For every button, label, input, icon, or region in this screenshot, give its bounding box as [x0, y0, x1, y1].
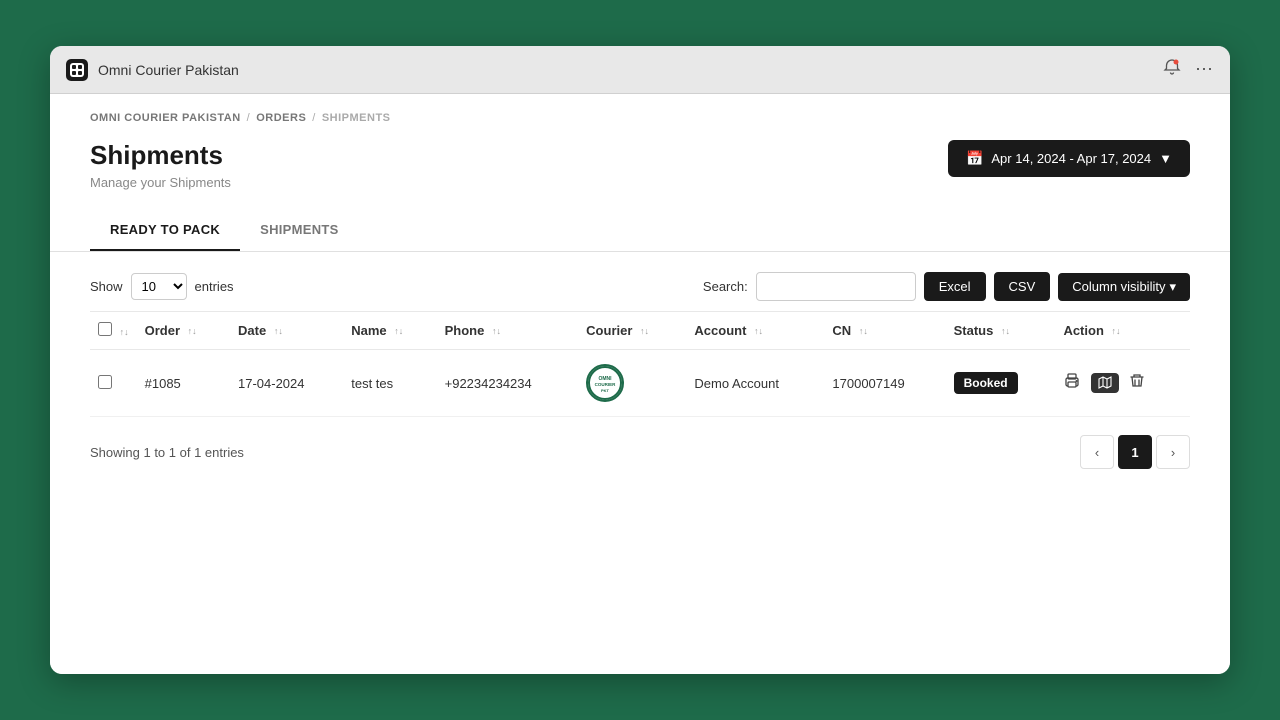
col-courier-label: Courier [586, 323, 632, 338]
tab-ready-to-pack[interactable]: READY TO PACK [90, 210, 240, 251]
col-courier[interactable]: Courier ↑↓ [578, 312, 686, 350]
row-checkbox[interactable] [98, 375, 112, 389]
table-controls: Show 10 25 50 100 entries Search: Excel … [50, 252, 1230, 311]
col-cn[interactable]: CN ↑↓ [824, 312, 945, 350]
col-account[interactable]: Account ↑↓ [686, 312, 824, 350]
col-date[interactable]: Date ↑↓ [230, 312, 343, 350]
row-date: 17-04-2024 [230, 350, 343, 417]
prev-page-button[interactable]: ‹ [1080, 435, 1114, 469]
svg-text:PKT: PKT [601, 388, 610, 393]
row-status: Booked [946, 350, 1056, 417]
tab-shipments[interactable]: SHIPMENTS [240, 210, 359, 251]
col-phone[interactable]: Phone ↑↓ [437, 312, 579, 350]
entries-label: entries [195, 279, 234, 294]
col-date-label: Date [238, 323, 266, 338]
page-title-section: Shipments Manage your Shipments [90, 140, 231, 190]
row-checkbox-cell [90, 350, 137, 417]
col-action-label: Action [1063, 323, 1103, 338]
col-action[interactable]: Action ↑↓ [1055, 312, 1190, 350]
action-icons-group [1063, 372, 1182, 395]
account-sort-icon: ↑↓ [754, 327, 763, 336]
date-range-label: Apr 14, 2024 - Apr 17, 2024 [991, 151, 1151, 166]
breadcrumb-sep-2: / [312, 112, 316, 124]
breadcrumb-sep-1: / [247, 112, 251, 124]
browser-titlebar: Omni Courier Pakistan ⋯ [50, 46, 1230, 94]
row-cn: 1700007149 [824, 350, 945, 417]
row-phone: +92234234234 [437, 350, 579, 417]
select-all-checkbox[interactable] [98, 322, 112, 336]
row-name: test tes [343, 350, 436, 417]
excel-button[interactable]: Excel [924, 272, 986, 301]
show-entries-section: Show 10 25 50 100 entries [90, 273, 234, 300]
bell-icon[interactable] [1163, 58, 1181, 81]
breadcrumb: OMNI COURIER PAKISTAN / ORDERS / SHIPMEN… [50, 94, 1230, 124]
col-name[interactable]: Name ↑↓ [343, 312, 436, 350]
col-status[interactable]: Status ↑↓ [946, 312, 1056, 350]
page-1-button[interactable]: 1 [1118, 435, 1152, 469]
print-icon[interactable] [1063, 372, 1081, 395]
col-status-label: Status [954, 323, 994, 338]
shipments-table: ↑↓ Order ↑↓ Date ↑↓ Name ↑↓ [90, 311, 1190, 417]
courier-sort-icon: ↑↓ [640, 327, 649, 336]
breadcrumb-orders[interactable]: ORDERS [256, 112, 306, 124]
row-courier: OMNI COURIER PKT [578, 350, 686, 417]
col-order-label: Order [145, 323, 180, 338]
checkbox-sort-icons: ↑↓ [120, 328, 129, 337]
dropdown-arrow-icon: ▼ [1159, 151, 1172, 166]
svg-text:COURIER: COURIER [595, 382, 617, 387]
search-label: Search: [703, 279, 748, 294]
showing-text: Showing 1 to 1 of 1 entries [90, 445, 244, 460]
date-sort-icon: ↑↓ [274, 327, 283, 336]
pagination-controls: ‹ 1 › [1080, 435, 1190, 469]
page-header: Shipments Manage your Shipments 📅 Apr 14… [50, 124, 1230, 210]
order-sort-icon: ↑↓ [188, 327, 197, 336]
phone-sort-icon: ↑↓ [492, 327, 501, 336]
pagination-section: Showing 1 to 1 of 1 entries ‹ 1 › [50, 417, 1230, 499]
column-visibility-button[interactable]: Column visibility ▾ [1058, 273, 1190, 301]
col-account-label: Account [694, 323, 746, 338]
row-account: Demo Account [686, 350, 824, 417]
table-row: #1085 17-04-2024 test tes +92234234234 O… [90, 350, 1190, 417]
breadcrumb-home[interactable]: OMNI COURIER PAKISTAN [90, 112, 241, 124]
courier-logo: OMNI COURIER PKT [586, 364, 624, 402]
action-sort-icon: ↑↓ [1112, 327, 1121, 336]
browser-window: Omni Courier Pakistan ⋯ OMNI COURIER PAK… [50, 46, 1230, 674]
row-actions [1055, 350, 1190, 417]
select-all-header: ↑↓ [90, 312, 137, 350]
app-icon [66, 59, 88, 81]
page-title: Shipments [90, 140, 231, 171]
page-content: OMNI COURIER PAKISTAN / ORDERS / SHIPMEN… [50, 94, 1230, 674]
tabs-container: READY TO PACK SHIPMENTS [50, 210, 1230, 252]
more-options-icon[interactable]: ⋯ [1195, 59, 1214, 80]
calendar-icon: 📅 [966, 150, 983, 167]
table-header-row: ↑↓ Order ↑↓ Date ↑↓ Name ↑↓ [90, 312, 1190, 350]
breadcrumb-shipments: SHIPMENTS [322, 112, 391, 124]
entries-select[interactable]: 10 25 50 100 [131, 273, 187, 300]
csv-button[interactable]: CSV [994, 272, 1051, 301]
cn-sort-icon: ↑↓ [859, 327, 868, 336]
col-cn-label: CN [832, 323, 851, 338]
status-badge: Booked [954, 372, 1018, 394]
row-order: #1085 [137, 350, 230, 417]
title-left: Omni Courier Pakistan [66, 59, 239, 81]
name-sort-icon: ↑↓ [394, 327, 403, 336]
browser-app-title: Omni Courier Pakistan [98, 62, 239, 78]
page-subtitle: Manage your Shipments [90, 175, 231, 190]
title-right: ⋯ [1163, 58, 1214, 81]
next-page-button[interactable]: › [1156, 435, 1190, 469]
col-name-label: Name [351, 323, 386, 338]
col-visibility-label: Column visibility [1072, 279, 1165, 294]
date-range-button[interactable]: 📅 Apr 14, 2024 - Apr 17, 2024 ▼ [948, 140, 1190, 177]
search-export-section: Search: Excel CSV Column visibility ▾ [703, 272, 1190, 301]
status-sort-icon: ↑↓ [1001, 327, 1010, 336]
col-order[interactable]: Order ↑↓ [137, 312, 230, 350]
col-visibility-arrow: ▾ [1169, 279, 1176, 295]
col-phone-label: Phone [445, 323, 485, 338]
map-icon[interactable] [1091, 373, 1119, 393]
delete-icon[interactable] [1129, 373, 1145, 394]
show-label: Show [90, 279, 123, 294]
search-input[interactable] [756, 272, 916, 301]
